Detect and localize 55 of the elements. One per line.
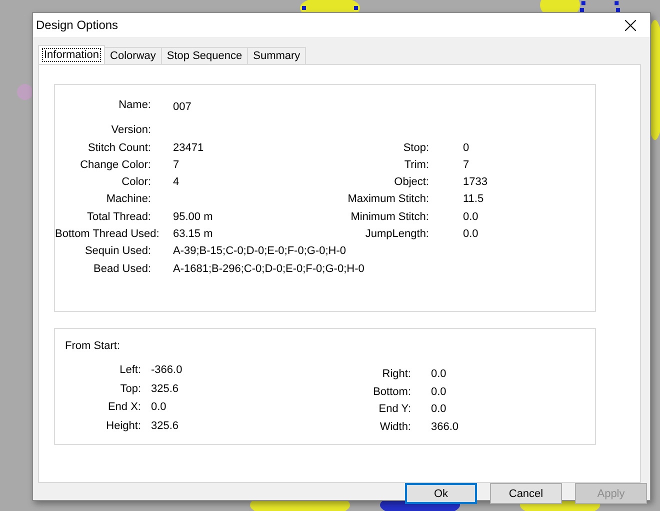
field-value: 366.0 <box>431 420 460 434</box>
field-value: 7 <box>173 158 180 173</box>
field-label: Stop: <box>402 140 430 156</box>
field-value: 1733 <box>463 175 488 190</box>
field-label: Minimum Stitch: <box>350 210 430 225</box>
field-value: 63.15 m <box>173 227 214 242</box>
field-value: 95.00 m <box>173 210 214 225</box>
field-value: 0.0 <box>431 384 448 400</box>
dialog-button[interactable]: Cancel <box>490 483 562 504</box>
tab[interactable]: Stop Sequence <box>160 47 248 64</box>
field-label: Change Color: <box>79 158 152 173</box>
tab[interactable]: Colorway <box>104 47 162 64</box>
field-label: End Y: <box>378 402 412 417</box>
field-label: JumpLength: <box>364 227 430 242</box>
field-value: 0.0 <box>463 210 480 225</box>
field-label: Total Thread: <box>86 210 152 225</box>
field-value: 4 <box>173 175 180 190</box>
field-label: Object: <box>393 175 430 190</box>
field-label: Bottom Thread Used: <box>55 227 160 242</box>
field-value: 0.0 <box>431 402 448 417</box>
field-label: Right: <box>381 367 412 382</box>
tab[interactable]: Information <box>38 45 106 64</box>
field-label: End X: <box>106 400 142 415</box>
group-title: From Start: <box>64 339 122 352</box>
default-button[interactable]: Ok <box>405 483 477 504</box>
field-value: 7 <box>463 158 470 173</box>
field-label: Sequin Used: <box>84 244 152 260</box>
field-label: Color: <box>120 175 152 190</box>
field-value: 11.5 <box>463 192 485 208</box>
field-label: Left: <box>118 363 142 378</box>
close-icon <box>624 20 636 30</box>
field-label: Machine: <box>105 192 152 208</box>
field-label: Width: <box>378 420 412 434</box>
field-label: Height: <box>105 418 142 434</box>
field-label: Name: <box>118 98 152 113</box>
field-label: Bottom: <box>372 384 412 400</box>
field-label: Stitch Count: <box>87 140 152 156</box>
field-value: 23471 <box>173 140 205 156</box>
field-label: Trim: <box>403 158 430 173</box>
field-value: -366.0 <box>151 363 184 378</box>
field-value: 325.6 <box>151 382 180 396</box>
field-label: Top: <box>119 382 142 396</box>
window-title: Design Options <box>36 18 118 32</box>
field-label: Version: <box>110 123 152 138</box>
field-value: 0.0 <box>463 227 480 242</box>
field-value: 0.0 <box>151 400 168 415</box>
field-value: A-39;B-15;C-0;D-0;E-0;F-0;G-0;H-0 <box>173 244 346 260</box>
field-value: 0.0 <box>431 367 448 382</box>
field-value: 007 <box>173 100 192 115</box>
field-value: 0 <box>463 140 470 156</box>
tab[interactable]: Summary <box>247 47 306 64</box>
field-label: Maximum Stitch: <box>346 192 430 208</box>
field-value: 325.6 <box>151 418 180 434</box>
field-label: Bead Used: <box>92 262 152 277</box>
field-value: A-1681;B-296;C-0;D-0;E-0;F-0;G-0;H-0 <box>173 262 364 277</box>
